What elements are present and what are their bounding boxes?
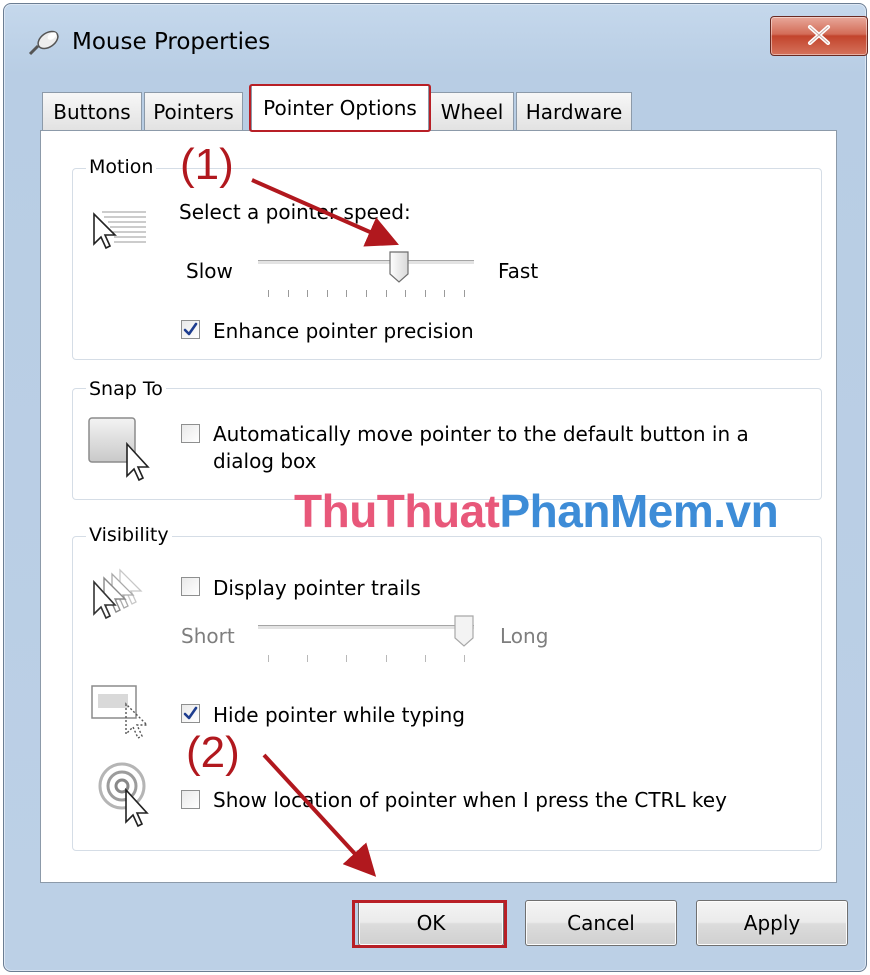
arrow-step2: [262, 753, 377, 877]
annotation-arrows: [251, 178, 399, 877]
arrow-step1: [251, 178, 399, 247]
tab-highlight-box: [249, 84, 431, 132]
